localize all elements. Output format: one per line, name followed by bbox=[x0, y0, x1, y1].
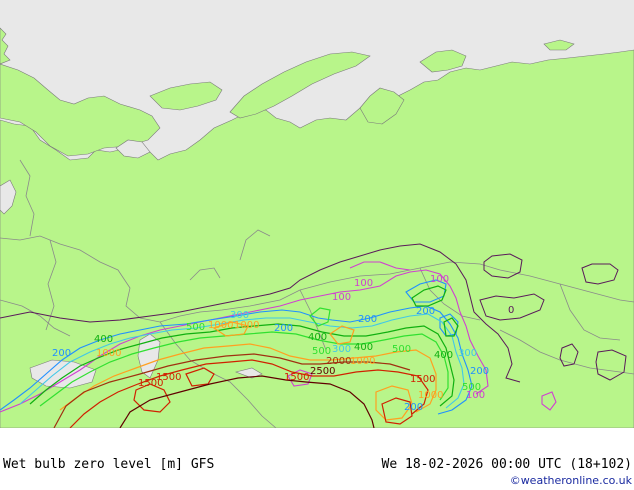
contour-label: 1500 bbox=[138, 378, 163, 389]
contour-label: 1000 bbox=[208, 320, 233, 331]
contour-label: 1500 bbox=[410, 374, 435, 385]
contour-label: 200 bbox=[52, 348, 71, 359]
valid-time: We 18-02-2026 00:00 UTC (18+102) bbox=[381, 457, 632, 472]
contour-label: 100 bbox=[332, 292, 351, 303]
footer: Wet bulb zero level [m] GFS We 18-02-202… bbox=[0, 428, 634, 490]
contour-label: 200 bbox=[404, 402, 423, 413]
map-title: Wet bulb zero level [m] GFS bbox=[3, 457, 215, 472]
contour-label: 300 bbox=[458, 348, 477, 359]
contour-label: 0 bbox=[508, 305, 514, 316]
contour-label: 400 bbox=[94, 334, 113, 345]
contour-label: 400 bbox=[308, 332, 327, 343]
contour-label: 500 bbox=[186, 322, 205, 333]
contour-label: 200 bbox=[274, 323, 293, 334]
contour-label: 200 bbox=[470, 366, 489, 377]
contour-label: 1000 bbox=[234, 320, 259, 331]
contour-label: 500 bbox=[462, 382, 481, 393]
contour-label: 2500 bbox=[310, 366, 335, 377]
contour-label: 1000 bbox=[96, 348, 121, 359]
contour-label: 1000 bbox=[350, 356, 375, 367]
contour-label: 400 bbox=[434, 350, 453, 361]
contour-label: 500 bbox=[392, 344, 411, 355]
contour-label: 300 bbox=[332, 344, 351, 355]
contour-label: 200 bbox=[416, 306, 435, 317]
weather-map: 100 100 100 100 200 200 200 200 200 200 … bbox=[0, 0, 634, 428]
credit-link[interactable]: ©weatheronline.co.uk bbox=[510, 474, 632, 487]
contour-label: 100 bbox=[354, 278, 373, 289]
contour-label: 1500 bbox=[284, 372, 309, 383]
contour-label: 100 bbox=[430, 274, 449, 285]
contour-label: 1000 bbox=[418, 390, 443, 401]
contour-label: 200 bbox=[358, 314, 377, 325]
contour-label: 400 bbox=[354, 342, 373, 353]
